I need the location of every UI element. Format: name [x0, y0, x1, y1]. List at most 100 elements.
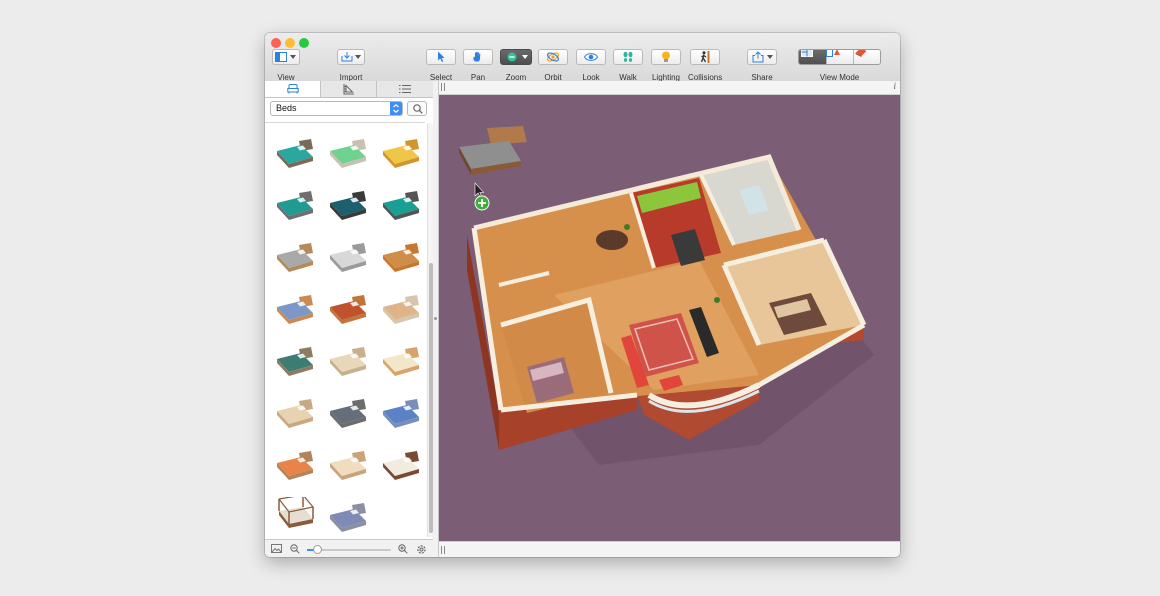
eye-icon	[584, 53, 598, 61]
search-button[interactable]	[407, 101, 427, 116]
walk-tool[interactable]: Walk	[613, 49, 643, 82]
view-mode-3d-button[interactable]	[854, 50, 880, 64]
share-tool[interactable]: Share	[747, 49, 777, 82]
bed-icon	[330, 451, 366, 480]
bed-icon	[277, 139, 313, 168]
catalog-item-bed[interactable]	[326, 133, 370, 173]
bed-icon	[330, 347, 366, 376]
viewport-footer	[439, 541, 900, 557]
bed-icon	[383, 139, 419, 168]
catalog-item-bed[interactable]	[326, 237, 370, 277]
drag-handle[interactable]	[441, 546, 445, 554]
catalog-item-bed[interactable]	[326, 289, 370, 329]
look-tool[interactable]: Look	[576, 49, 606, 82]
3d-viewport[interactable]	[439, 95, 900, 541]
gear-icon[interactable]	[416, 544, 427, 555]
chevron-updown-icon	[390, 102, 402, 115]
catalog-item-bed[interactable]	[326, 185, 370, 225]
zoom-out-icon[interactable]	[290, 544, 300, 554]
collisions-tool[interactable]: Collisions	[688, 49, 722, 82]
pan-tool[interactable]: Pan	[463, 49, 493, 82]
app-window: View Import Select Pan Zoom Orbit Look W…	[265, 33, 900, 557]
info-button[interactable]: i	[893, 81, 896, 91]
thumbnail-zoom-slider[interactable]	[307, 545, 391, 554]
catalog-item-bed[interactable]	[379, 289, 423, 329]
bed-icon	[277, 243, 313, 272]
arrow-cursor-icon	[438, 51, 445, 62]
house-3d-icon	[855, 50, 867, 57]
catalog-item-bed[interactable]	[379, 445, 423, 485]
orbit-tool[interactable]: Orbit	[538, 49, 568, 82]
orbit-icon	[546, 52, 560, 62]
bed-icon	[330, 503, 366, 532]
catalog-item-bed[interactable]	[273, 185, 317, 225]
catalog-item-bed[interactable]	[273, 341, 317, 381]
library-sidebar: Beds	[265, 81, 434, 557]
catalog-item-bed[interactable]	[273, 393, 317, 433]
chevron-down-icon	[290, 55, 296, 59]
bed-icon	[330, 191, 366, 220]
bed-icon	[330, 295, 366, 324]
footsteps-icon	[623, 51, 633, 62]
catalog-grid	[265, 123, 427, 537]
minimize-button[interactable]	[285, 38, 295, 48]
import-tool[interactable]: Import	[337, 49, 365, 82]
lighting-tool[interactable]: Lighting	[651, 49, 681, 82]
catalog-item-bed[interactable]	[326, 341, 370, 381]
catalog-item-bed[interactable]	[326, 393, 370, 433]
chevron-down-icon	[355, 55, 361, 59]
catalog-item-bed[interactable]	[273, 445, 317, 485]
zoom-minus-icon	[507, 52, 517, 62]
bed-icon	[277, 451, 313, 480]
bed-icon	[277, 295, 313, 324]
chevron-down-icon	[522, 55, 528, 59]
catalog-item-bed[interactable]	[379, 133, 423, 173]
catalog-item-bed[interactable]	[379, 341, 423, 381]
catalog-item-bed[interactable]	[273, 133, 317, 173]
house-3d-model[interactable]	[439, 95, 900, 541]
sidebar-tabs	[265, 81, 433, 98]
tab-list[interactable]	[377, 81, 433, 97]
list-icon	[399, 85, 411, 93]
split-view-icon	[826, 50, 840, 57]
zoom-in-icon[interactable]	[398, 544, 408, 554]
view-mode-split-button[interactable]	[826, 50, 854, 64]
slider-knob[interactable]	[313, 545, 323, 554]
toolbar: View Import Select Pan Zoom Orbit Look W…	[265, 33, 900, 82]
tab-building[interactable]	[321, 81, 377, 97]
dragged-bed-preview[interactable]	[459, 126, 527, 175]
ruler-square-icon	[343, 84, 354, 95]
category-select[interactable]: Beds	[270, 101, 403, 116]
view-mode-2d-button[interactable]	[799, 50, 826, 64]
share-icon	[752, 51, 764, 63]
catalog-item-bed[interactable]	[273, 237, 317, 277]
catalog-item-bed[interactable]	[379, 185, 423, 225]
plus-icon	[474, 195, 490, 211]
hand-icon	[473, 51, 481, 62]
bed-icon	[330, 243, 366, 272]
walking-person-icon	[701, 51, 710, 63]
bed-icon	[383, 191, 419, 220]
import-tray-icon	[341, 52, 353, 62]
catalog-item-bed[interactable]	[326, 445, 370, 485]
lightbulb-icon	[662, 51, 670, 62]
catalog-item-bed[interactable]	[326, 497, 370, 537]
close-button[interactable]	[271, 38, 281, 48]
select-tool[interactable]: Select	[426, 49, 456, 82]
catalog-item-bed[interactable]	[273, 497, 317, 537]
tab-furniture[interactable]	[265, 81, 321, 97]
armchair-icon	[286, 84, 299, 94]
zoom-window-button[interactable]	[299, 38, 309, 48]
search-icon	[413, 104, 423, 114]
catalog-item-bed[interactable]	[379, 237, 423, 277]
drag-handle[interactable]	[441, 83, 445, 91]
image-icon[interactable]	[271, 544, 282, 553]
canopy-bed-icon	[278, 497, 315, 528]
catalog-item-bed[interactable]	[379, 393, 423, 433]
bed-icon	[383, 399, 419, 428]
bed-icon	[383, 243, 419, 272]
view-tool[interactable]: View	[272, 49, 300, 82]
viewport-header: i	[439, 81, 900, 95]
catalog-item-bed[interactable]	[273, 289, 317, 329]
zoom-tool[interactable]: Zoom	[500, 49, 532, 82]
